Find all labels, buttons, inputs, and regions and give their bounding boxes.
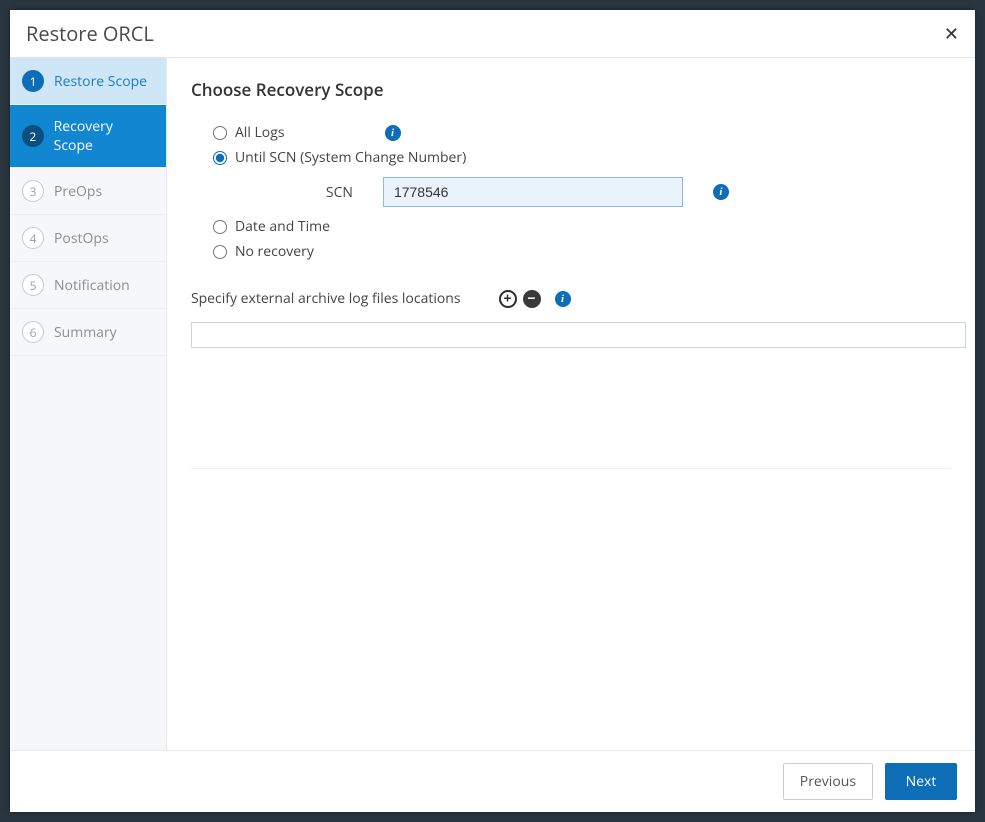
step-preops[interactable]: 3 PreOps	[10, 168, 166, 215]
step-restore-scope[interactable]: 1 Restore Scope	[10, 58, 166, 105]
option-no-recovery-label[interactable]: No recovery	[235, 242, 314, 261]
titlebar: Restore ORCL ✕	[10, 10, 975, 58]
step-number: 6	[22, 321, 44, 343]
step-label: PreOps	[54, 182, 102, 201]
step-number: 5	[22, 274, 44, 296]
step-number: 1	[22, 70, 44, 92]
main-panel: Choose Recovery Scope All Logs i Until S…	[167, 58, 975, 750]
close-icon[interactable]: ✕	[944, 25, 959, 43]
scn-input[interactable]	[383, 177, 683, 207]
scn-input-row: SCN i	[323, 177, 951, 207]
step-summary[interactable]: 6 Summary	[10, 309, 166, 356]
step-recovery-scope[interactable]: 2 Recovery Scope	[10, 105, 166, 168]
option-until-scn-row: Until SCN (System Change Number)	[213, 148, 951, 167]
info-icon[interactable]: i	[385, 125, 401, 141]
info-icon[interactable]: i	[713, 184, 729, 200]
recovery-options: All Logs i Until SCN (System Change Numb…	[213, 123, 951, 261]
archive-log-row: Specify external archive log files locat…	[191, 289, 951, 308]
step-number: 2	[22, 125, 44, 147]
step-label: Notification	[54, 276, 130, 295]
radio-no-recovery[interactable]	[213, 245, 227, 259]
option-until-scn-label[interactable]: Until SCN (System Change Number)	[235, 148, 466, 167]
previous-button[interactable]: Previous	[783, 763, 873, 800]
next-button[interactable]: Next	[885, 763, 957, 800]
add-location-button[interactable]: +	[499, 290, 517, 308]
remove-location-button[interactable]: −	[523, 290, 541, 308]
panel-heading: Choose Recovery Scope	[191, 78, 951, 101]
step-number: 3	[22, 180, 44, 202]
option-date-time-row: Date and Time	[213, 217, 951, 236]
radio-date-time[interactable]	[213, 220, 227, 234]
scn-label: SCN	[323, 183, 353, 202]
divider	[191, 468, 951, 469]
step-label: PostOps	[54, 229, 109, 248]
archive-locations-box[interactable]	[191, 322, 966, 348]
restore-dialog: Restore ORCL ✕ 1 Restore Scope 2 Recover…	[10, 10, 975, 812]
step-notification[interactable]: 5 Notification	[10, 262, 166, 309]
option-date-time-label[interactable]: Date and Time	[235, 217, 330, 236]
dialog-footer: Previous Next	[10, 750, 975, 812]
dialog-title: Restore ORCL	[26, 20, 154, 47]
option-no-recovery-row: No recovery	[213, 242, 951, 261]
step-label: Restore Scope	[54, 72, 147, 91]
radio-until-scn[interactable]	[213, 151, 227, 165]
info-icon[interactable]: i	[555, 291, 571, 307]
step-postops[interactable]: 4 PostOps	[10, 215, 166, 262]
wizard-sidebar: 1 Restore Scope 2 Recovery Scope 3 PreOp…	[10, 58, 167, 750]
step-label: Recovery Scope	[54, 117, 154, 155]
dialog-body: 1 Restore Scope 2 Recovery Scope 3 PreOp…	[10, 58, 975, 750]
archive-log-label: Specify external archive log files locat…	[191, 289, 461, 308]
step-label: Summary	[54, 323, 117, 342]
step-number: 4	[22, 227, 44, 249]
radio-all-logs[interactable]	[213, 126, 227, 140]
option-all-logs-label[interactable]: All Logs	[235, 123, 285, 142]
option-all-logs-row: All Logs i	[213, 123, 951, 142]
